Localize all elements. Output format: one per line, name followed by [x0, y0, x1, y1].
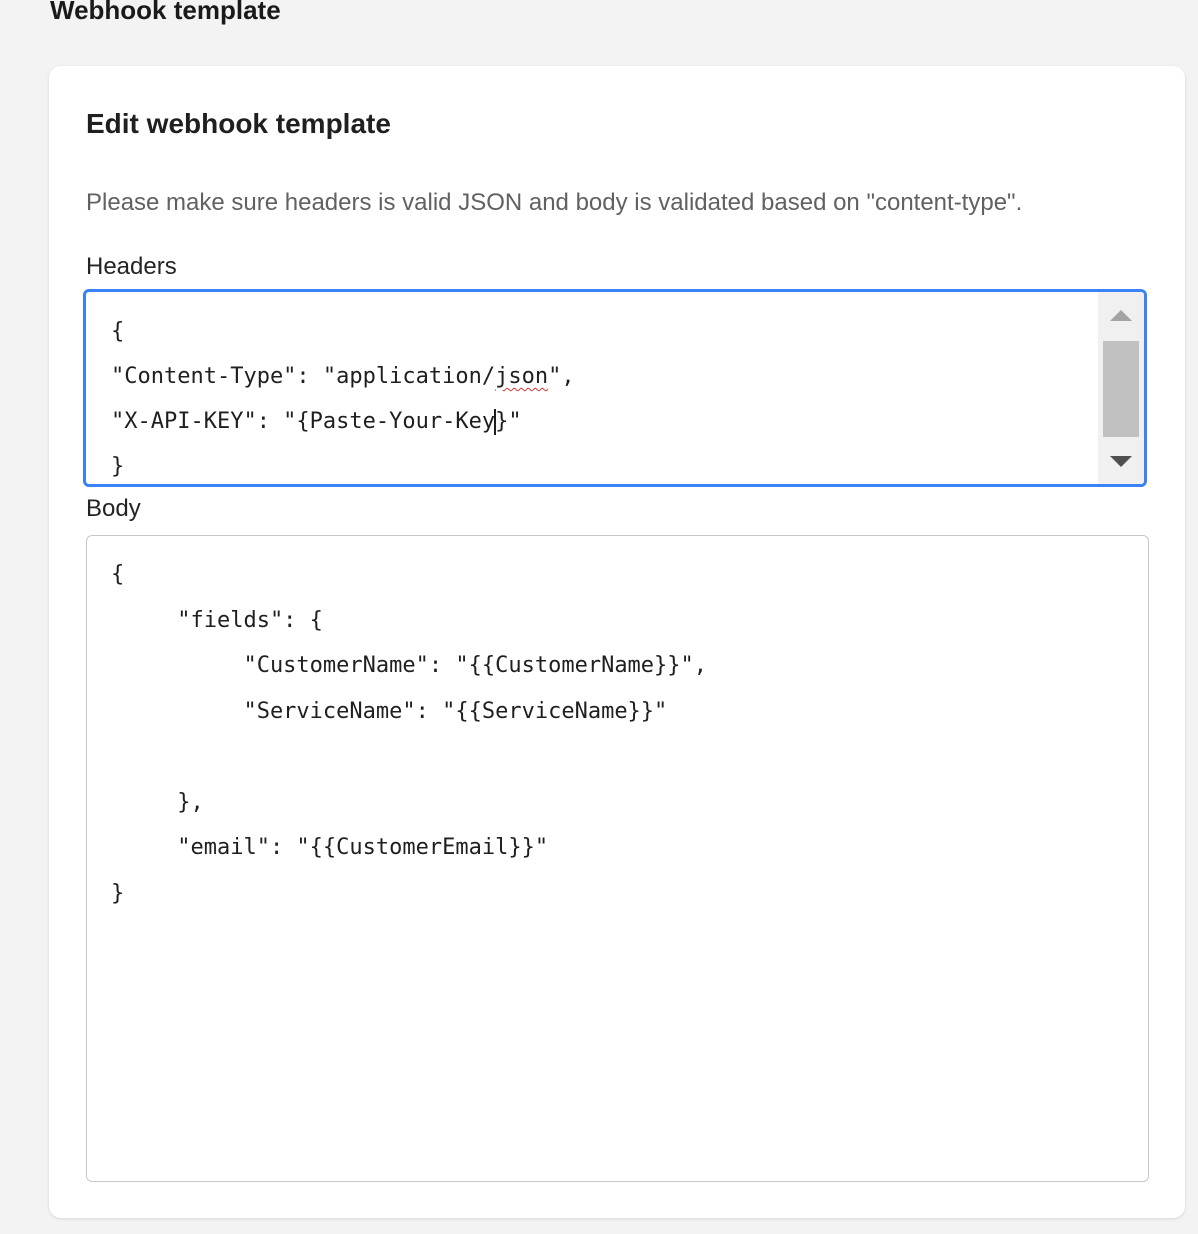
body-line: { [111, 562, 125, 587]
body-line: } [111, 880, 125, 906]
headers-label: Headers [86, 253, 177, 280]
triangle-up-icon [1110, 309, 1132, 321]
scroll-up-button[interactable] [1098, 292, 1144, 338]
body-line: "email": "{{CustomerEmail}}" [111, 835, 549, 860]
scroll-down-button[interactable] [1098, 438, 1144, 484]
validation-description: Please make sure headers is valid JSON a… [86, 189, 1023, 216]
body-content[interactable]: { "fields": { "CustomerName": "{{Custome… [87, 536, 1148, 916]
spellcheck-underlined-word: json [495, 364, 549, 389]
headers-scrollbar[interactable] [1098, 292, 1144, 484]
scrollbar-thumb[interactable] [1103, 341, 1139, 437]
body-label: Body [86, 495, 141, 522]
body-line: }, [111, 789, 204, 815]
headers-line: "X-API-KEY": "{Paste-Your-Key}" [111, 409, 522, 435]
card-title: Edit webhook template [86, 108, 391, 139]
body-line: "ServiceName": "{{ServiceName}}" [111, 698, 668, 724]
page-title: Webhook template [50, 0, 281, 25]
body-line [111, 734, 1148, 780]
headers-line: { [111, 319, 125, 344]
body-textarea[interactable]: { "fields": { "CustomerName": "{{Custome… [86, 535, 1149, 1182]
webhook-template-card: Edit webhook template Please make sure h… [49, 66, 1185, 1218]
triangle-down-icon [1110, 455, 1132, 467]
headers-content[interactable]: { "Content-Type": "application/json", "X… [86, 292, 1098, 484]
headers-textarea[interactable]: { "Content-Type": "application/json", "X… [83, 289, 1147, 487]
headers-line: } [111, 454, 125, 479]
body-line: "CustomerName": "{{CustomerName}}", [111, 653, 708, 678]
headers-line: "Content-Type": "application/json", [111, 364, 575, 389]
body-line: "fields": { [111, 607, 323, 633]
